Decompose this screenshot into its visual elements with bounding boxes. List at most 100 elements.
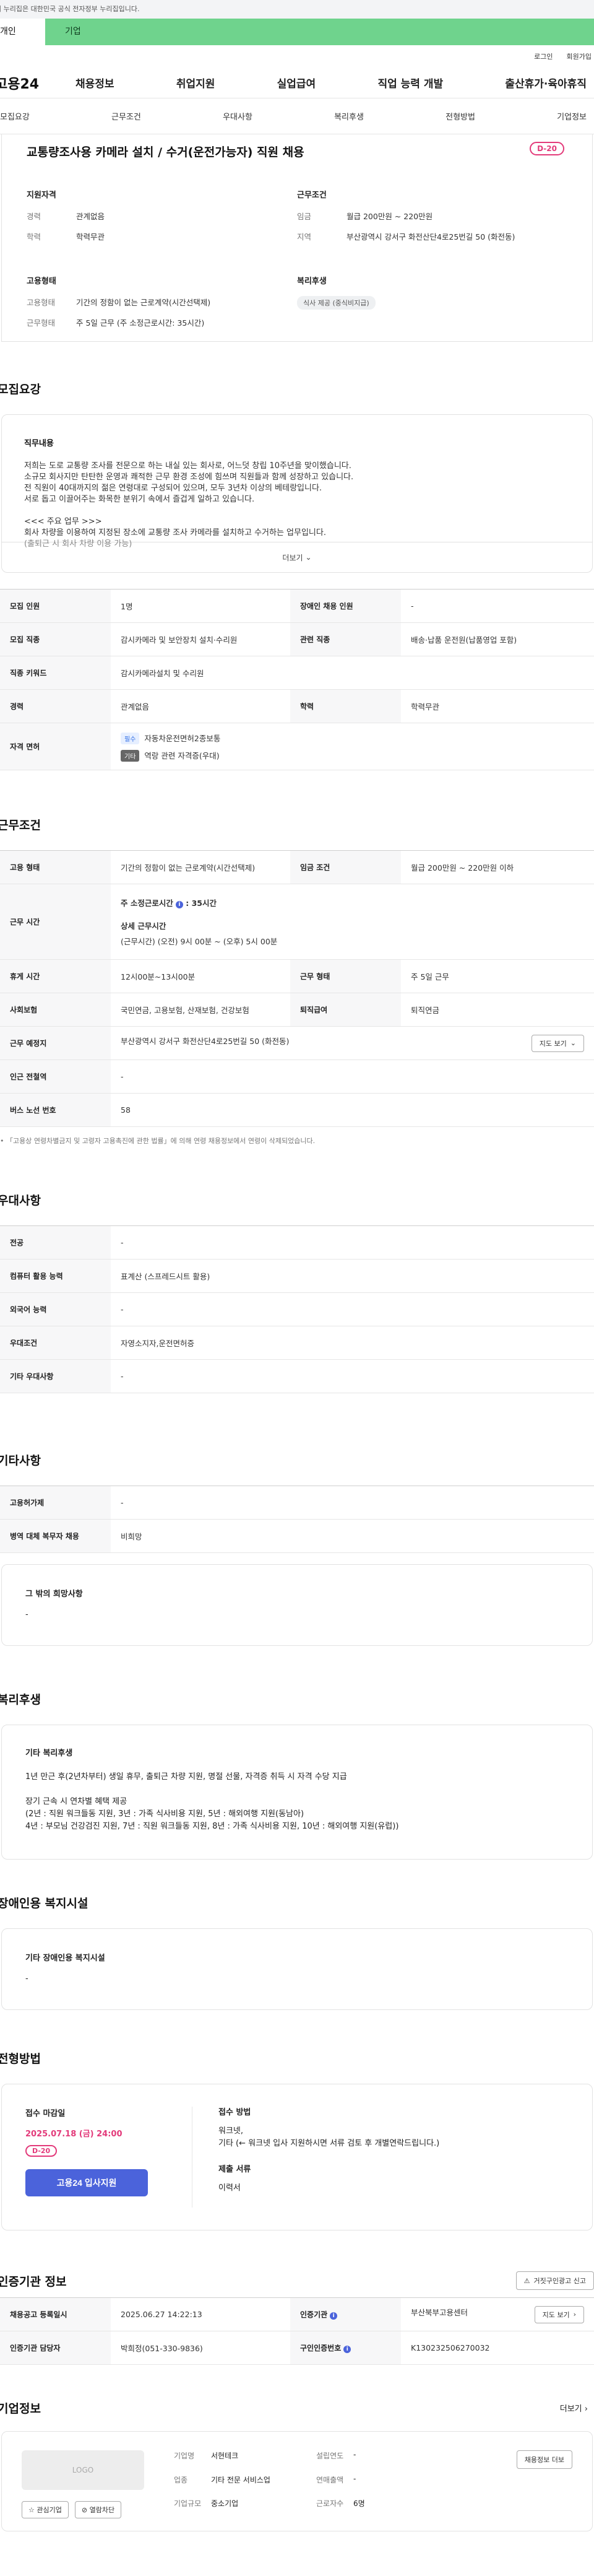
welfare-line: 1년 만근 후(2년차부터) 생일 휴무, 출퇴근 차량 지원, 명절 선물, … — [25, 1772, 347, 1782]
tab-company[interactable]: 기업 — [45, 19, 594, 45]
auth-section: 인증기관 정보 ⚠ 거짓구인광고 신고 채용공고 등록일시 2025.06.27 1… — [0, 2271, 594, 2365]
company-value: 중소기업 — [211, 2499, 239, 2509]
row-value: 자영소지자,운전면허증 — [111, 1326, 594, 1360]
section-heading: 기타사항 — [0, 1454, 41, 1468]
summary-heading: 근무조건 — [297, 191, 327, 200]
anchor-preferences[interactable]: 우대사항 — [223, 110, 252, 122]
summary-heading: 고용형태 — [27, 277, 56, 286]
section-anchor-nav: 모집요강 근무조건 우대사항 복리후생 전형방법 기업정보 — [0, 98, 594, 134]
method-heading: 접수 방법 — [218, 2108, 251, 2117]
row-key: 우대조건 — [0, 1326, 111, 1360]
summary-value: 학력무관 — [76, 232, 105, 242]
detail-hours-value: (근무시간) (오전) 9시 00분 ~ (오후) 5시 00분 — [121, 937, 278, 946]
row-key: 구인인증번호 i — [290, 2331, 401, 2365]
site-logo[interactable]: 고용24 — [0, 73, 51, 93]
disability-value: - — [25, 1974, 28, 1983]
wish-heading: 그 밖의 희망사항 — [25, 1590, 83, 1599]
row-key: 학력 — [290, 689, 401, 723]
row-value: 퇴직연금 — [401, 993, 594, 1027]
row-key: 근무 예정지 — [0, 1026, 111, 1060]
other-table: 고용허가제 - 병역 대체 복무자 채용 비희망 — [0, 1486, 594, 1553]
summary-heading: 복리후생 — [297, 277, 327, 286]
work-time-cell: 주 소정근로시간 i : 35시간 상세 근무시간 (근무시간) (오전) 9시 … — [111, 884, 594, 960]
license-cell: 필수 자동차운전면허2종보통 기타 역랑 관련 자격증(우대) — [111, 723, 594, 770]
recruit-table: 모집 인원 1명 장애인 채용 인원 - 모집 직종 감시카메라 및 보안장치 설치·수… — [0, 589, 594, 770]
gov-banner: 이 누리집은 대한민국 공식 전자정부 누리집입니다. — [0, 0, 594, 19]
company-section: 기업정보 더보기 › LOGO ☆ 관심기업 ⊘ 열람차단 기업명 서현테크 설립… — [0, 2400, 594, 2531]
nav-employment-support[interactable]: 취업지원 — [176, 75, 215, 90]
org-cell: 부산북부고용센터 지도 보기 › — [401, 2297, 594, 2331]
summary-heading: 지원자격 — [27, 191, 56, 200]
chevron-down-icon: ⌄ — [305, 553, 312, 562]
map-button[interactable]: 지도 보기 › — [534, 2305, 584, 2323]
report-label: 거짓구인광고 신고 — [533, 2277, 586, 2285]
dday-badge: D-20 — [530, 142, 564, 155]
row-value: 1명 — [111, 589, 290, 623]
row-key: 사회보험 — [0, 993, 111, 1027]
section-heading: 인증기관 정보 — [0, 2274, 67, 2289]
welfare-heading: 기타 복리후생 — [25, 1749, 73, 1758]
workplace-cell: 부산광역시 강서구 화전산단4로25번길 50 (화전동) 지도 보기 ⌄ — [111, 1026, 594, 1060]
row-value: 학력무관 — [401, 689, 594, 723]
favorite-label: 관심기업 — [37, 2506, 62, 2514]
block-view-button[interactable]: ⊘ 열람차단 — [74, 2501, 122, 2518]
summary-key: 학력 — [27, 232, 41, 242]
apply-button[interactable]: 고용24 입사지원 — [25, 2169, 148, 2196]
row-value: 관계없음 — [111, 689, 290, 723]
dday-badge: D-20 — [25, 2145, 58, 2157]
nav-parental-leave[interactable]: 출산휴가·육아휴직 — [505, 75, 587, 90]
summary-key: 지역 — [297, 232, 312, 242]
anchor-selection[interactable]: 전형방법 — [446, 110, 475, 122]
nav-skills-development[interactable]: 직업 능력 개발 — [377, 75, 443, 90]
summary-qualification: 지원자격 경력 관계없음 학력 학력무관 — [27, 188, 297, 251]
row-key: 퇴직급여 — [290, 993, 401, 1027]
row-key: 채용공고 등록일시 — [0, 2297, 111, 2331]
login-link[interactable]: 로그인 — [534, 51, 553, 61]
nav-unemployment-benefit[interactable]: 실업급여 — [277, 75, 316, 90]
company-jobs-button[interactable]: 채용정보 더보 — [516, 2450, 572, 2469]
row-key: 임금 조건 — [290, 850, 401, 884]
company-value: 서현테크 — [211, 2452, 239, 2460]
summary-employment: 고용형태 고용형태 기간의 정함이 없는 근로계약(시간선택제) 근무형태 주 5일… — [27, 274, 297, 337]
row-key: 경력 — [0, 689, 111, 723]
conditions-table: 고용 형태 기간의 정함이 없는 근로계약(시간선택제) 임금 조건 월급 200만원… — [0, 850, 594, 1127]
info-icon[interactable]: i — [343, 2346, 351, 2353]
summary-welfare: 복리후생 식사 제공 (중식비지급) — [297, 274, 567, 337]
welfare-section: 복리후생 기타 복리후생 1년 만근 후(2년차부터) 생일 휴무, 출퇴근 차… — [0, 1690, 594, 1860]
info-icon[interactable]: i — [330, 2312, 338, 2320]
row-value: 배송·납품 운전원(납품영업 포함) — [401, 622, 594, 656]
main-nav: 고용24 채용정보 취업지원 실업급여 직업 능력 개발 출산휴가·육아휴직 — [0, 67, 594, 98]
tab-individual[interactable]: 개인 — [0, 19, 45, 45]
summary-key: 경력 — [27, 212, 41, 221]
anchor-recruit[interactable]: 모집요강 — [0, 110, 30, 122]
info-icon[interactable]: i — [173, 899, 183, 908]
chevron-down-icon: ⌄ — [570, 1039, 576, 1047]
desc-line: 서로 돕고 이끌어주는 화목한 분위기 속에서 즐겁게 일하고 있습니다. — [24, 495, 255, 504]
row-value: K130232506270032 — [401, 2331, 594, 2365]
row-key: 모집 직종 — [0, 622, 111, 656]
user-type-tabs: 개인 기업 — [0, 19, 594, 45]
other-badge: 기타 — [121, 749, 140, 762]
welfare-line: (2년 : 직원 워크들동 지원, 3년 : 가족 식사비용 지원, 5년 : … — [25, 1809, 304, 1819]
row-key: 고용허가제 — [0, 1486, 111, 1520]
anchor-welfare[interactable]: 복리후생 — [334, 110, 364, 122]
alert-icon: ⚠ — [523, 2276, 530, 2285]
map-button[interactable]: 지도 보기 ⌄ — [531, 1034, 584, 1052]
company-more-link[interactable]: 더보기 › — [560, 2402, 594, 2414]
favorite-company-button[interactable]: ☆ 관심기업 — [22, 2501, 69, 2518]
report-button[interactable]: ⚠ 거짓구인광고 신고 — [515, 2271, 594, 2290]
required-badge: 필수 — [121, 732, 140, 744]
row-key: 모집 인원 — [0, 589, 111, 623]
row-value: 박희정(051-330-9836) — [111, 2331, 290, 2365]
anchor-conditions[interactable]: 근무조건 — [111, 110, 141, 122]
nav-job-info[interactable]: 채용정보 — [75, 75, 114, 90]
row-value: 기간의 정함이 없는 근로계약(시간선택제) — [111, 850, 290, 884]
wish-value: - — [25, 1610, 28, 1619]
preferences-table: 전공 - 컴퓨터 활용 능력 표계산 (스프레드시트 활용) 외국어 능력 - 우대조… — [0, 1225, 594, 1393]
anchor-company[interactable]: 기업정보 — [557, 110, 587, 122]
signup-link[interactable]: 회원가입 — [567, 51, 592, 61]
detail-hours-label: 상세 근무시간 — [121, 921, 166, 931]
block-icon: ⊘ — [81, 2506, 88, 2514]
row-key: 기타 우대사항 — [0, 1359, 111, 1393]
section-heading: 장애인용 복지시설 — [0, 1897, 88, 1910]
